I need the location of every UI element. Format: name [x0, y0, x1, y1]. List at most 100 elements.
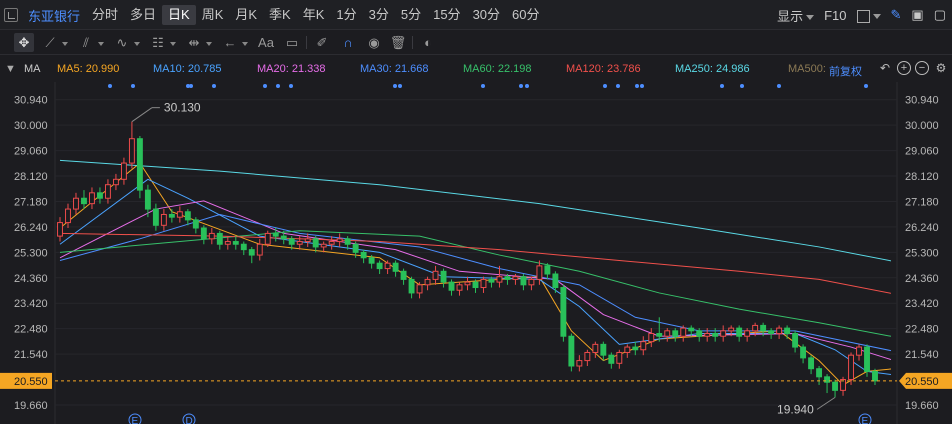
settings-icon[interactable]: ⚙ — [934, 61, 948, 75]
candle-body[interactable] — [512, 276, 519, 280]
candle-body[interactable] — [360, 251, 367, 259]
candle-body[interactable] — [552, 273, 559, 289]
candle-body[interactable] — [312, 238, 319, 248]
chevron-down-icon[interactable] — [206, 42, 212, 46]
tab-period[interactable]: 3分 — [363, 5, 395, 25]
eye-icon[interactable]: ◉ — [364, 33, 384, 52]
candle-body[interactable] — [352, 243, 359, 253]
arrow-left-icon[interactable]: ← — [220, 33, 240, 52]
candle-body[interactable] — [400, 270, 407, 280]
tab-period[interactable]: 多日 — [124, 5, 162, 25]
candle-body[interactable] — [456, 284, 463, 291]
candle-body[interactable] — [696, 330, 703, 337]
candle-body[interactable] — [704, 333, 711, 337]
event-marker-label[interactable]: E — [132, 416, 139, 424]
tab-period[interactable]: 15分 — [427, 5, 466, 25]
wave-icon[interactable]: ∿ — [112, 33, 132, 52]
candle-body[interactable] — [440, 270, 447, 283]
eraser-icon[interactable]: ✐ — [312, 33, 332, 52]
draw-pen-icon[interactable]: ✎ — [891, 7, 902, 23]
candle-body[interactable] — [464, 281, 471, 286]
candle-body[interactable] — [480, 278, 487, 289]
comment-icon[interactable]: ▭ — [282, 33, 302, 52]
crosshair-icon[interactable]: ✥ — [14, 33, 34, 52]
candle-body[interactable] — [448, 281, 455, 291]
candle-body[interactable] — [184, 211, 191, 221]
event-dot[interactable] — [603, 84, 607, 88]
candle-body[interactable] — [376, 262, 383, 270]
candle-body[interactable] — [73, 197, 79, 210]
candle-body[interactable] — [656, 333, 663, 337]
event-dot[interactable] — [525, 84, 529, 88]
candle-body[interactable] — [384, 262, 391, 270]
candle-body[interactable] — [240, 243, 247, 251]
layout-icon[interactable]: ▣ — [911, 7, 923, 23]
candle-body[interactable] — [136, 138, 143, 191]
candle-body[interactable] — [152, 208, 159, 226]
candle-body[interactable] — [536, 265, 543, 280]
candle-body[interactable] — [864, 346, 870, 372]
chart-style-dropdown[interactable] — [856, 7, 881, 23]
event-dot[interactable] — [398, 84, 402, 88]
candle-body[interactable] — [416, 284, 423, 294]
candle-body[interactable] — [624, 346, 631, 353]
candle-body[interactable] — [304, 238, 311, 243]
candle-body[interactable] — [168, 213, 175, 218]
candle-body[interactable] — [568, 335, 575, 367]
adjust-mode[interactable]: 前复权 — [829, 63, 862, 79]
display-dropdown[interactable]: 显示 — [777, 6, 815, 25]
event-dot[interactable] — [131, 84, 135, 88]
zoom-out-icon[interactable]: − — [915, 61, 929, 75]
candle-body[interactable] — [784, 327, 791, 335]
candle-body[interactable] — [760, 324, 767, 332]
candle-body[interactable] — [856, 346, 862, 356]
candle-body[interactable] — [520, 276, 527, 286]
candle-body[interactable] — [472, 281, 479, 289]
fibonacci-icon[interactable]: ☷ — [148, 33, 168, 52]
candle-body[interactable] — [736, 327, 743, 337]
candle-body[interactable] — [120, 162, 127, 180]
candle-body[interactable] — [81, 197, 87, 205]
event-dot[interactable] — [481, 84, 485, 88]
candle-body[interactable] — [576, 360, 583, 367]
f10-button[interactable]: F10 — [824, 8, 846, 23]
candle-body[interactable] — [432, 270, 439, 280]
candle-body[interactable] — [712, 333, 719, 337]
candle-body[interactable] — [192, 219, 199, 229]
zoom-in-icon[interactable]: + — [897, 61, 911, 75]
candle-body[interactable] — [488, 278, 495, 283]
stock-selector[interactable]: 东亚银行 — [4, 6, 80, 24]
candle-body[interactable] — [160, 213, 167, 226]
event-dot[interactable] — [189, 84, 193, 88]
candle-body[interactable] — [616, 351, 623, 364]
candle-body[interactable] — [600, 343, 607, 356]
toggle-icon[interactable]: ◐ — [418, 33, 438, 52]
candle-body[interactable] — [89, 192, 95, 205]
ma-prefix[interactable]: MA — [24, 63, 41, 75]
tab-period[interactable]: 季K — [263, 5, 297, 25]
chevron-down-icon[interactable] — [170, 42, 176, 46]
tab-period[interactable]: 1分 — [330, 5, 362, 25]
candle-body[interactable] — [408, 278, 415, 294]
range-icon[interactable]: ⇹ — [184, 33, 204, 52]
event-dot[interactable] — [777, 84, 781, 88]
candle-body[interactable] — [336, 238, 343, 243]
candle-body[interactable] — [328, 241, 335, 245]
event-dot[interactable] — [289, 84, 293, 88]
candle-body[interactable] — [648, 333, 655, 343]
candle-body[interactable] — [608, 354, 615, 364]
event-dot[interactable] — [740, 84, 744, 88]
candle-body[interactable] — [776, 327, 783, 335]
text-icon[interactable]: Aa — [256, 33, 276, 52]
candle-body[interactable] — [768, 330, 775, 335]
candle-body[interactable] — [800, 346, 807, 359]
candle-body[interactable] — [128, 138, 135, 164]
event-dot[interactable] — [635, 84, 639, 88]
candle-body[interactable] — [744, 330, 751, 337]
event-dot[interactable] — [276, 84, 280, 88]
candle-body[interactable] — [680, 327, 687, 337]
candle-body[interactable] — [57, 222, 63, 237]
candle-body[interactable] — [264, 232, 271, 245]
window-icon[interactable]: ▢ — [934, 7, 946, 23]
chevron-down-icon[interactable] — [62, 42, 68, 46]
